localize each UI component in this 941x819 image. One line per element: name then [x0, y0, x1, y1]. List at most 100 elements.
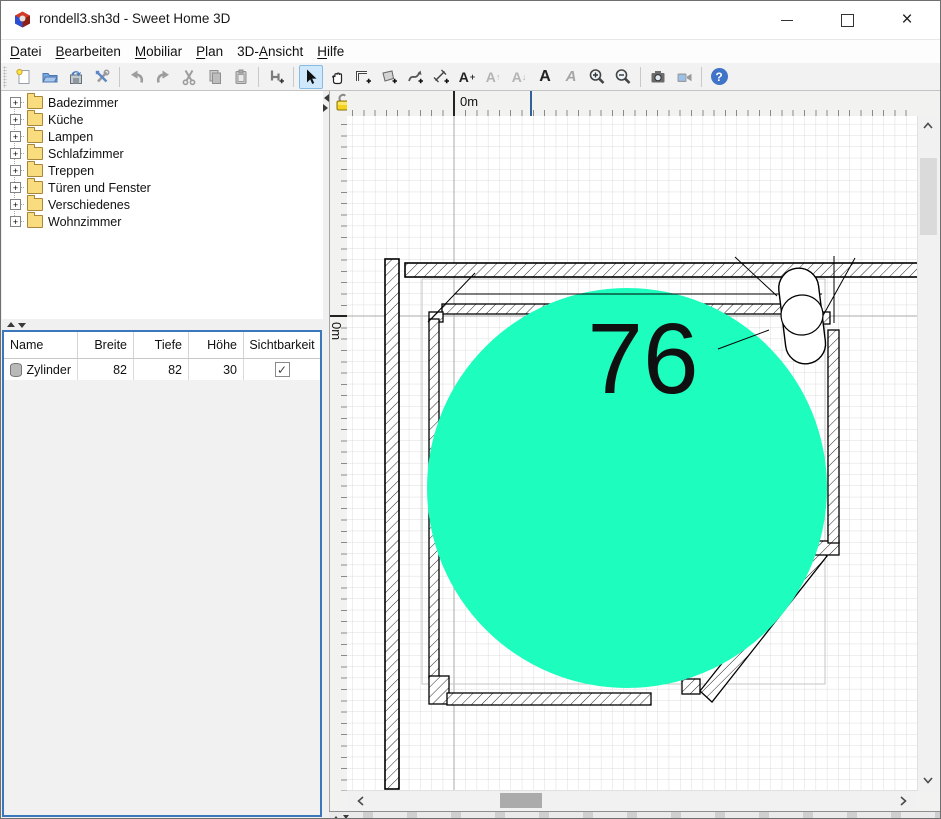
scroll-right-icon[interactable] — [897, 795, 909, 807]
menu-3d-ansicht[interactable]: 3D-Ansicht — [230, 42, 310, 61]
tree-item-wohnzimmer[interactable]: +Wohnzimmer — [2, 213, 323, 230]
scroll-left-icon[interactable] — [355, 795, 367, 807]
column-header-tiefe[interactable]: Tiefe — [134, 332, 189, 358]
column-header-name[interactable]: Name — [4, 332, 78, 358]
open-button[interactable] — [38, 65, 62, 89]
horizontal-scrollbar[interactable] — [347, 790, 917, 810]
zoom-in-button[interactable] — [585, 65, 609, 89]
create-dimensions-button[interactable] — [429, 65, 453, 89]
save-button[interactable] — [64, 65, 88, 89]
inner-wall-bottom[interactable] — [447, 693, 651, 705]
create-rooms-button[interactable] — [377, 65, 401, 89]
toolbar-separator — [701, 67, 702, 87]
decrease-text-size-button[interactable]: A↓ — [507, 65, 531, 89]
select-tool-button[interactable] — [299, 65, 323, 89]
tree-item-tueren-und-fenster[interactable]: +Türen und Fenster — [2, 179, 323, 196]
create-polylines-button[interactable] — [403, 65, 427, 89]
create-photo-button[interactable] — [646, 65, 670, 89]
toggle-italic-button[interactable]: A — [559, 65, 583, 89]
toolbar-drag-handle[interactable] — [3, 66, 7, 88]
app-logo-icon — [14, 11, 31, 28]
help-button[interactable]: ? — [707, 65, 731, 89]
redo-button[interactable] — [151, 65, 175, 89]
catalog-furniture-splitter[interactable] — [2, 319, 323, 330]
expand-icon[interactable]: + — [10, 165, 21, 176]
expand-icon[interactable]: + — [10, 199, 21, 210]
expand-icon[interactable]: + — [10, 131, 21, 142]
ruler-origin-mark — [453, 91, 455, 116]
inner-wall-right[interactable] — [828, 330, 839, 543]
toggle-bold-button[interactable]: A — [533, 65, 557, 89]
collapse-left-icon[interactable] — [320, 94, 329, 102]
scroll-up-icon[interactable] — [921, 120, 935, 132]
collapse-up-icon[interactable] — [7, 318, 15, 327]
outer-wall-top[interactable] — [405, 263, 917, 277]
outer-wall-left[interactable] — [385, 259, 399, 789]
menu-plan[interactable]: Plan — [189, 42, 230, 61]
vertical-scrollbar[interactable] — [917, 116, 939, 791]
add-furniture-button[interactable] — [264, 65, 288, 89]
inner-wall-step-br[interactable] — [682, 679, 700, 694]
furniture-depth: 82 — [134, 359, 189, 380]
plan-3dview-splitter[interactable] — [329, 811, 941, 819]
furniture-name: Zylinder — [27, 363, 71, 377]
visibility-checkbox[interactable]: ✓ — [275, 362, 290, 377]
expand-icon[interactable]: + — [10, 216, 21, 227]
furniture-width: 82 — [78, 359, 134, 380]
expand-icon[interactable]: + — [10, 182, 21, 193]
tree-item-badezimmer[interactable]: +Badezimmer — [2, 94, 323, 111]
preferences-button[interactable] — [90, 65, 114, 89]
toolbar-separator — [640, 67, 641, 87]
menu-mobiliar[interactable]: Mobiliar — [128, 42, 189, 61]
horizontal-scroll-thumb[interactable] — [500, 793, 542, 808]
add-text-button[interactable]: A+ — [455, 65, 479, 89]
expand-icon[interactable]: + — [10, 114, 21, 125]
help-icon: ? — [711, 68, 728, 85]
maximize-button[interactable] — [825, 1, 869, 39]
create-video-button[interactable] — [672, 65, 696, 89]
cut-icon — [180, 68, 198, 86]
close-button[interactable]: × — [885, 1, 929, 39]
expand-icon[interactable]: + — [10, 97, 21, 108]
copy-icon — [206, 68, 224, 86]
copy-button[interactable] — [203, 65, 227, 89]
app-window: rondell3.sh3d - Sweet Home 3D × Datei Be… — [0, 0, 941, 819]
save-icon — [67, 68, 85, 86]
increase-text-size-button[interactable]: A↑ — [481, 65, 505, 89]
column-header-sichtbarkeit[interactable]: Sichtbarkeit — [244, 332, 320, 358]
title-bar: rondell3.sh3d - Sweet Home 3D × — [1, 1, 940, 40]
new-home-button[interactable] — [12, 65, 36, 89]
tree-item-verschiedenes[interactable]: +Verschiedenes — [2, 196, 323, 213]
paste-button[interactable] — [229, 65, 253, 89]
vertical-scroll-thumb[interactable] — [920, 158, 937, 235]
window-title: rondell3.sh3d - Sweet Home 3D — [39, 11, 230, 26]
paste-icon — [232, 68, 250, 86]
column-header-breite[interactable]: Breite — [78, 332, 134, 358]
collapse-up-icon[interactable] — [333, 813, 339, 819]
furniture-list-panel: Name Breite Tiefe Höhe Sichtbarkeit Zyli… — [2, 330, 322, 817]
menu-bar: Datei Bearbeiten Mobiliar Plan 3D-Ansich… — [1, 40, 940, 63]
photo-camera-icon — [649, 68, 667, 86]
zoom-out-button[interactable] — [611, 65, 635, 89]
plan-canvas[interactable]: 76 — [347, 116, 917, 791]
tree-item-lampen[interactable]: +Lampen — [2, 128, 323, 145]
pan-tool-button[interactable] — [325, 65, 349, 89]
expand-icon[interactable]: + — [10, 148, 21, 159]
table-row[interactable]: Zylinder 82 82 30 ✓ — [4, 359, 320, 380]
scroll-down-icon[interactable] — [921, 774, 935, 786]
tree-item-treppen[interactable]: +Treppen — [2, 162, 323, 179]
tree-item-schlafzimmer[interactable]: +Schlafzimmer — [2, 145, 323, 162]
tree-item-kueche[interactable]: +Küche — [2, 111, 323, 128]
menu-datei[interactable]: Datei — [3, 42, 49, 61]
cut-button[interactable] — [177, 65, 201, 89]
column-header-hoehe[interactable]: Höhe — [189, 332, 244, 358]
menu-bearbeiten[interactable]: Bearbeiten — [49, 42, 128, 61]
undo-button[interactable] — [125, 65, 149, 89]
collapse-down-icon[interactable] — [343, 815, 349, 819]
folder-icon — [27, 181, 43, 194]
minimize-button[interactable] — [765, 1, 809, 39]
create-walls-button[interactable] — [351, 65, 375, 89]
menu-hilfe[interactable]: Hilfe — [310, 42, 351, 61]
folder-icon — [27, 130, 43, 143]
inner-wall-step-bl[interactable] — [429, 676, 449, 704]
